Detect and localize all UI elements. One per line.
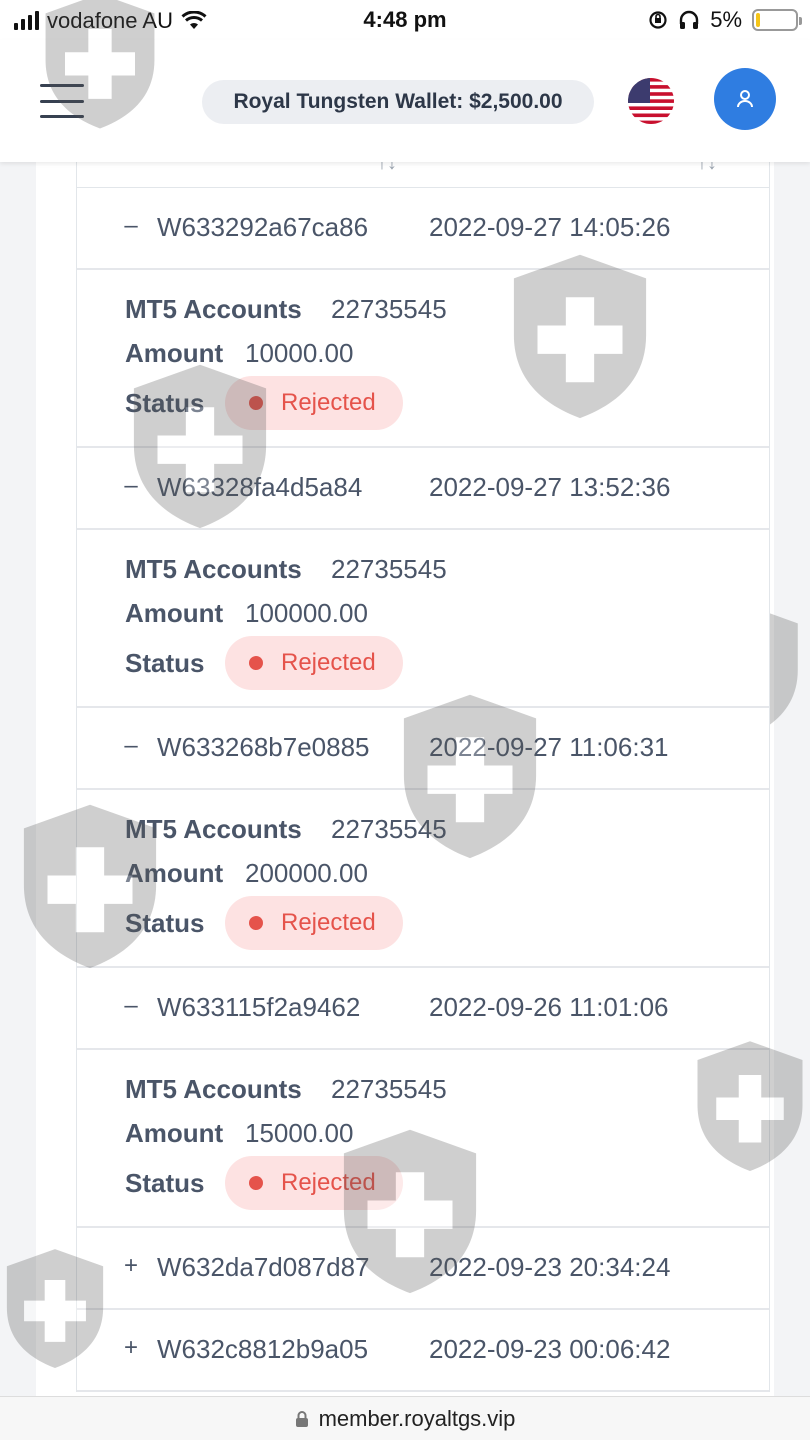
watermark-shield-icon bbox=[770, 613, 798, 725]
amount-label: Amount bbox=[125, 598, 224, 628]
expand-toggle-icon[interactable]: + bbox=[121, 1252, 141, 1280]
ref-number: W633115f2a9462 bbox=[157, 992, 361, 1022]
mt5-account-value: 22735545 bbox=[331, 294, 447, 324]
status-text: Rejected bbox=[281, 649, 376, 676]
app-header: Royal Tungsten Wallet: $2,500.00 bbox=[0, 40, 810, 162]
mt5-accounts-label: MT5 Accounts bbox=[125, 1074, 302, 1104]
status-text: Rejected bbox=[281, 1169, 376, 1196]
status-label: Status bbox=[125, 908, 205, 938]
rotation-lock-icon bbox=[649, 11, 667, 29]
battery-percent: 5% bbox=[710, 7, 742, 32]
transaction-date: 2022-09-26 11:01:06 bbox=[429, 992, 669, 1022]
mt5-account-value: 22735545 bbox=[331, 814, 447, 844]
row-detail: MT5 Accounts 22735545 Amount 200000.00 Statu… bbox=[77, 790, 769, 968]
status-dot-icon bbox=[249, 1176, 263, 1190]
amount-value: 15000.00 bbox=[245, 1118, 354, 1148]
menu-icon[interactable] bbox=[40, 84, 84, 118]
amount-value: 200000.00 bbox=[245, 858, 368, 888]
mt5-account-value: 22735545 bbox=[331, 554, 447, 584]
transactions-table: Ref No. ↑↓ Date ↑↓ –W633292a67ca862022-0… bbox=[76, 150, 770, 1392]
table-row[interactable]: – W633115f2a9462 2022-09-26 11:01:06 bbox=[77, 968, 769, 1050]
table-row[interactable]: + W632c8812b9a05 2022-09-23 00:06:42 bbox=[77, 1310, 769, 1392]
mt5-accounts-label: MT5 Accounts bbox=[125, 554, 302, 584]
ref-number: W632da7d087d87 bbox=[157, 1252, 370, 1282]
status-bar: vodafone AU 4:48 pm 5% bbox=[0, 0, 810, 40]
amount-value: 10000.00 bbox=[245, 338, 354, 368]
amount-label: Amount bbox=[125, 1118, 224, 1148]
transaction-date: 2022-09-27 11:06:31 bbox=[429, 732, 669, 762]
status-dot-icon bbox=[249, 656, 263, 670]
ref-number: W63328fa4d5a84 bbox=[157, 472, 363, 502]
status-bar-right: 5% bbox=[648, 7, 802, 33]
wallet-balance-pill[interactable]: Royal Tungsten Wallet: $2,500.00 bbox=[202, 80, 594, 124]
status-label: Status bbox=[125, 388, 205, 418]
mt5-accounts-label: MT5 Accounts bbox=[125, 814, 302, 844]
status-dot-icon bbox=[249, 396, 263, 410]
expand-toggle-icon[interactable]: – bbox=[121, 992, 141, 1020]
amount-label: Amount bbox=[125, 338, 224, 368]
table-row[interactable]: – W63328fa4d5a84 2022-09-27 13:52:36 bbox=[77, 448, 769, 530]
amount-label: Amount bbox=[125, 858, 224, 888]
ref-number: W633268b7e0885 bbox=[157, 732, 370, 762]
table-row[interactable]: – W633268b7e0885 2022-09-27 11:06:31 bbox=[77, 708, 769, 790]
ref-number: W633292a67ca86 bbox=[157, 212, 369, 242]
expand-toggle-icon[interactable]: – bbox=[121, 472, 141, 500]
url-text: member.royaltgs.vip bbox=[318, 1405, 516, 1431]
status-label: Status bbox=[125, 1168, 205, 1198]
us-flag-icon[interactable] bbox=[628, 78, 674, 124]
status-badge: Rejected bbox=[225, 636, 403, 690]
status-badge: Rejected bbox=[225, 896, 403, 950]
transaction-date: 2022-09-27 14:05:26 bbox=[429, 212, 671, 242]
table-row[interactable]: + W632da7d087d87 2022-09-23 20:34:24 bbox=[77, 1228, 769, 1310]
status-text: Rejected bbox=[281, 909, 376, 936]
table-body: – W633292a67ca86 2022-09-27 14:05:26 MT5 Ac… bbox=[77, 188, 769, 1392]
expand-toggle-icon[interactable]: – bbox=[121, 212, 141, 240]
mt5-accounts-label: MT5 Accounts bbox=[125, 294, 302, 324]
user-avatar-button[interactable] bbox=[714, 68, 776, 130]
transaction-date: 2022-09-23 20:34:24 bbox=[429, 1252, 671, 1282]
expand-toggle-icon[interactable]: + bbox=[121, 1334, 141, 1362]
status-dot-icon bbox=[249, 916, 263, 930]
row-detail: MT5 Accounts 22735545 Amount 10000.00 Status… bbox=[77, 270, 769, 448]
status-text: Rejected bbox=[281, 389, 376, 416]
battery-icon bbox=[752, 9, 802, 31]
row-detail: MT5 Accounts 22735545 Amount 100000.00 Statu… bbox=[77, 530, 769, 708]
browser-url-bar[interactable]: member.royaltgs.vip bbox=[0, 1396, 810, 1440]
status-label: Status bbox=[125, 648, 205, 678]
status-badge: Rejected bbox=[225, 376, 403, 430]
lock-icon bbox=[295, 1410, 308, 1427]
wallet-balance-label: Royal Tungsten Wallet: $2,500.00 bbox=[233, 90, 563, 113]
withdrawals-card: Ref No. ↑↓ Date ↑↓ –W633292a67ca862022-0… bbox=[36, 150, 774, 1400]
transaction-date: 2022-09-27 13:52:36 bbox=[429, 472, 671, 502]
status-badge: Rejected bbox=[225, 1156, 403, 1210]
expand-toggle-icon[interactable]: – bbox=[121, 732, 141, 760]
row-detail: MT5 Accounts 22735545 Amount 15000.00 Status… bbox=[77, 1050, 769, 1228]
headphones-icon bbox=[680, 10, 699, 29]
table-row[interactable]: – W633292a67ca86 2022-09-27 14:05:26 bbox=[77, 188, 769, 270]
user-icon bbox=[737, 90, 753, 108]
transaction-date: 2022-09-23 00:06:42 bbox=[429, 1334, 671, 1364]
ref-number: W632c8812b9a05 bbox=[157, 1334, 369, 1364]
amount-value: 100000.00 bbox=[245, 598, 368, 628]
mt5-account-value: 22735545 bbox=[331, 1074, 447, 1104]
